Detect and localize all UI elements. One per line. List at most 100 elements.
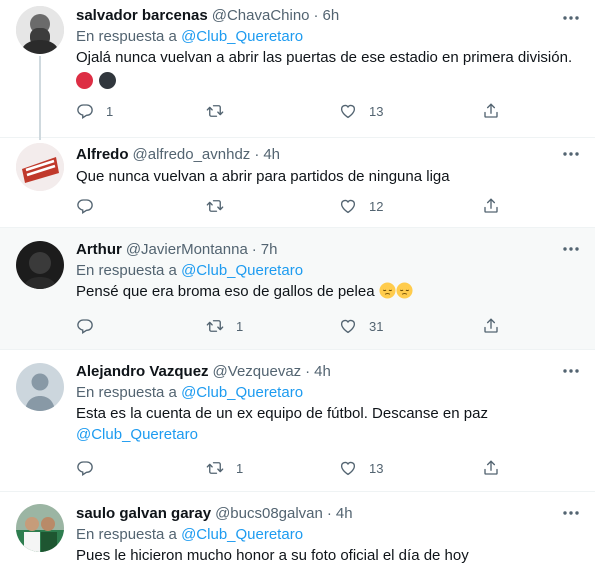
reply-context: En respuesta a @Club_Queretaro [76, 27, 581, 47]
avatar-photo-icon [16, 6, 64, 54]
more-options-icon[interactable] [561, 8, 581, 28]
share-button[interactable] [482, 196, 500, 216]
retweet-button[interactable]: 1 [206, 316, 243, 336]
share-icon [482, 317, 500, 335]
timestamp[interactable]: 6h [323, 6, 340, 26]
emoji-row [76, 72, 581, 92]
avatar-photo-icon [16, 504, 64, 552]
pensive-face-icon [379, 282, 396, 299]
tweet-text: Pensé que era broma eso de gallos de pel… [76, 283, 375, 300]
thread-line [39, 56, 41, 140]
reply-button[interactable] [76, 196, 106, 216]
reply-button[interactable] [76, 316, 106, 336]
retweet-button[interactable] [206, 101, 236, 121]
like-count: 13 [369, 460, 384, 476]
tweet-saulo[interactable]: saulo galvan garay @bucs08galvan · 4h En… [0, 492, 595, 574]
author-handle[interactable]: @JavierMontanna [126, 240, 248, 260]
more-options-icon[interactable] [561, 144, 581, 164]
tweet-alejandro[interactable]: Alejandro Vazquez @Vezquevaz · 4h En res… [0, 350, 595, 492]
like-button[interactable]: 12 [339, 196, 383, 216]
reply-count: 1 [106, 103, 114, 119]
reply-mention-link[interactable]: @Club_Queretaro [181, 262, 303, 279]
reply-icon [76, 102, 94, 120]
reply-mention-link[interactable]: @Club_Queretaro [181, 384, 303, 401]
tweet-text-row: Pensé que era broma eso de gallos de pel… [76, 282, 581, 302]
reply-context: En respuesta a @Club_Queretaro [76, 261, 581, 281]
reply-icon [76, 459, 94, 477]
red-circle-icon [76, 72, 93, 89]
reply-mention-link[interactable]: @Club_Queretaro [181, 526, 303, 543]
tweet-text: Ojalá nunca vuelvan a abrir las puertas … [76, 49, 573, 66]
tweet-text: Pues le hicieron mucho honor a su foto o… [76, 547, 469, 564]
separator: · [313, 7, 319, 24]
more-options-icon[interactable] [561, 503, 581, 523]
author-handle[interactable]: @Vezquevaz [213, 362, 302, 382]
retweet-icon [206, 459, 224, 477]
timestamp[interactable]: 4h [336, 504, 353, 524]
reply-prefix: En respuesta a [76, 262, 177, 279]
reply-mention-link[interactable]: @Club_Queretaro [181, 28, 303, 45]
author-handle[interactable]: @bucs08galvan [215, 504, 323, 524]
like-button[interactable]: 13 [339, 458, 383, 478]
avatar[interactable] [16, 6, 64, 54]
retweet-button[interactable] [206, 196, 236, 216]
text-mention-link[interactable]: @Club_Queretaro [76, 426, 198, 443]
author-handle[interactable]: @alfredo_avnhdz [133, 145, 251, 165]
timestamp[interactable]: 7h [261, 240, 278, 260]
tweet-salvador[interactable]: salvador barcenas @ChavaChino · 6h En re… [0, 0, 595, 140]
avatar-logo-icon [16, 143, 64, 191]
separator: · [254, 146, 260, 163]
like-button[interactable]: 31 [339, 316, 383, 336]
heart-icon [339, 459, 357, 477]
like-count: 13 [369, 103, 384, 119]
author-name[interactable]: Alfredo [76, 145, 129, 165]
author-name[interactable]: Alejandro Vazquez [76, 362, 209, 382]
default-profile-icon [16, 363, 64, 411]
share-button[interactable] [482, 458, 500, 478]
retweet-icon [206, 102, 224, 120]
heart-icon [339, 317, 357, 335]
timestamp[interactable]: 4h [263, 145, 280, 165]
reply-icon [76, 197, 94, 215]
author-handle[interactable]: @ChavaChino [212, 6, 310, 26]
share-icon [482, 459, 500, 477]
reply-context: En respuesta a @Club_Queretaro [76, 383, 581, 403]
avatar[interactable] [16, 363, 64, 411]
reply-button[interactable] [76, 458, 106, 478]
retweet-count: 1 [236, 460, 244, 476]
retweet-icon [206, 317, 224, 335]
share-button[interactable] [482, 316, 500, 336]
like-count: 12 [369, 198, 384, 214]
author-name[interactable]: Arthur [76, 240, 122, 260]
retweet-icon [206, 197, 224, 215]
black-circle-icon [99, 72, 117, 89]
more-options-icon[interactable] [561, 361, 581, 381]
avatar-photo-icon [16, 241, 64, 289]
avatar[interactable] [16, 143, 64, 191]
author-name[interactable]: salvador barcenas [76, 6, 208, 26]
tweet-text: Que nunca vuelvan a abrir para partidos … [76, 168, 450, 185]
reply-prefix: En respuesta a [76, 384, 177, 401]
separator: · [305, 363, 311, 380]
tweet-arthur[interactable]: Arthur @JavierMontanna · 7h En respuesta… [0, 228, 595, 350]
share-icon [482, 102, 500, 120]
like-count: 31 [369, 318, 384, 334]
heart-icon [339, 102, 357, 120]
heart-icon [339, 197, 357, 215]
avatar[interactable] [16, 504, 64, 552]
separator: · [251, 241, 257, 258]
more-options-icon[interactable] [561, 239, 581, 259]
author-name[interactable]: saulo galvan garay [76, 504, 211, 524]
retweet-count: 1 [236, 318, 244, 334]
tweet-text: Esta es la cuenta de un ex equipo de fút… [76, 405, 488, 422]
retweet-button[interactable]: 1 [206, 458, 243, 478]
avatar[interactable] [16, 241, 64, 289]
tweet-alfredo[interactable]: Alfredo @alfredo_avnhdz · 4h Que nunca v… [0, 137, 595, 228]
like-button[interactable]: 13 [339, 101, 383, 121]
share-icon [482, 197, 500, 215]
timestamp[interactable]: 4h [314, 362, 331, 382]
reply-button[interactable]: 1 [76, 101, 113, 121]
reply-prefix: En respuesta a [76, 28, 177, 45]
share-button[interactable] [482, 101, 500, 121]
pensive-face-icon [396, 282, 413, 299]
